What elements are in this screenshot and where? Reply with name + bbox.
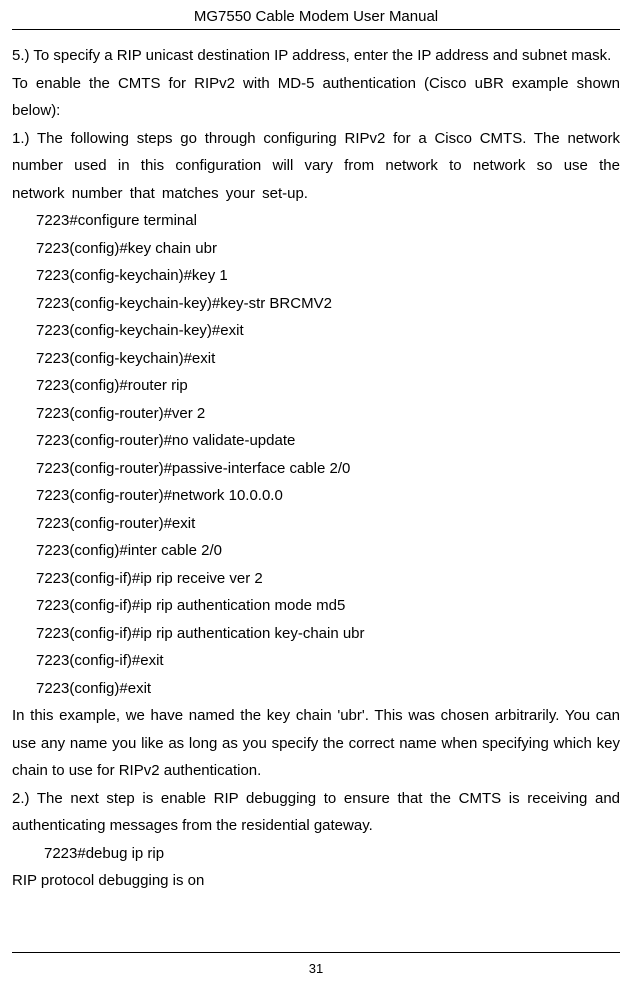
paragraph-step5: 5.) To specify a RIP unicast destination… (12, 42, 620, 70)
config-line: 7223(config-if)#ip rip receive ver 2 (12, 565, 620, 593)
config-line: 7223(config-keychain)#exit (12, 345, 620, 373)
config-block-2: 7223#debug ip rip (12, 840, 620, 868)
config-block-1: 7223#configure terminal 7223(config)#key… (12, 207, 620, 702)
config-line: 7223(config)#key chain ubr (12, 235, 620, 263)
document-page: MG7550 Cable Modem User Manual 5.) To sp… (0, 0, 632, 992)
config-line: 7223(config-router)#passive-interface ca… (12, 455, 620, 483)
config-line: 7223#debug ip rip (12, 840, 620, 868)
page-header: MG7550 Cable Modem User Manual (12, 8, 620, 30)
page-content: 5.) To specify a RIP unicast destination… (12, 42, 620, 952)
config-line: 7223(config-router)#exit (12, 510, 620, 538)
paragraph-rip-debug: RIP protocol debugging is on (12, 867, 620, 895)
page-number: 31 (309, 961, 323, 976)
config-line: 7223(config-if)#exit (12, 647, 620, 675)
page-footer: 31 (12, 952, 620, 992)
config-line: 7223#configure terminal (12, 207, 620, 235)
config-line: 7223(config-keychain)#key 1 (12, 262, 620, 290)
paragraph-step1: 1.) The following steps go through confi… (12, 125, 620, 208)
config-line: 7223(config-router)#no validate-update (12, 427, 620, 455)
paragraph-keychain-note: In this example, we have named the key c… (12, 702, 620, 785)
paragraph-step2: 2.) The next step is enable RIP debuggin… (12, 785, 620, 840)
config-line: 7223(config-router)#ver 2 (12, 400, 620, 428)
config-line: 7223(config)#router rip (12, 372, 620, 400)
config-line: 7223(config)#exit (12, 675, 620, 703)
config-line: 7223(config)#inter cable 2/0 (12, 537, 620, 565)
config-line: 7223(config-keychain-key)#key-str BRCMV2 (12, 290, 620, 318)
document-title: MG7550 Cable Modem User Manual (194, 8, 438, 25)
config-line: 7223(config-keychain-key)#exit (12, 317, 620, 345)
paragraph-enable-cmts: To enable the CMTS for RIPv2 with MD-5 a… (12, 70, 620, 125)
config-line: 7223(config-router)#network 10.0.0.0 (12, 482, 620, 510)
config-line: 7223(config-if)#ip rip authentication mo… (12, 592, 620, 620)
config-line: 7223(config-if)#ip rip authentication ke… (12, 620, 620, 648)
